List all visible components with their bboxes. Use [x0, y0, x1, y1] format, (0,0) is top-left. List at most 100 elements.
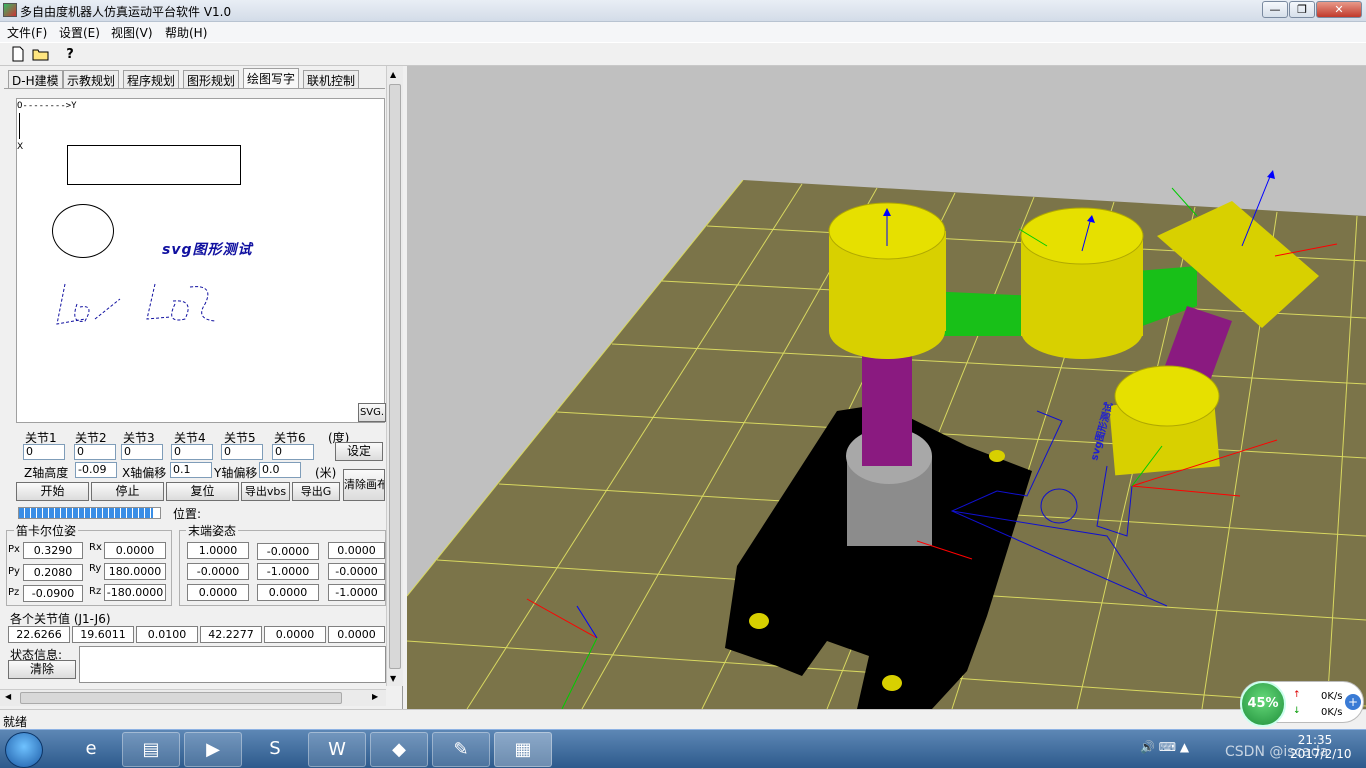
joint-value-j6: 0.0000 — [328, 626, 385, 643]
reset-button[interactable]: 复位 — [166, 482, 239, 501]
media-player-icon[interactable]: ▶ — [184, 732, 242, 767]
help-icon[interactable]: ? — [60, 46, 80, 64]
menu-help[interactable]: 帮助(H) — [162, 24, 210, 41]
left-panel-horizontal-scrollbar[interactable]: ◀ ▶ — [0, 689, 386, 706]
open-folder-icon[interactable] — [31, 46, 51, 64]
clear-canvas-button[interactable]: 清除画布 — [343, 469, 385, 501]
x-offset-input[interactable]: 0.1 — [170, 462, 212, 478]
tab-online-control[interactable]: 联机控制 — [303, 70, 360, 88]
maximize-button[interactable]: ❐ — [1289, 1, 1315, 18]
status-bar-text: 就绪 — [3, 715, 28, 729]
tab-dh-modeling[interactable]: D-H建模 — [8, 70, 63, 88]
plus-icon[interactable]: + — [1345, 694, 1361, 710]
memory-usage-circle[interactable]: 45% — [1240, 681, 1286, 727]
ie-icon[interactable]: e — [62, 732, 120, 767]
scroll-up-icon[interactable]: ▲ — [390, 70, 396, 79]
download-speed: 0K/s — [1321, 707, 1343, 718]
system-clock[interactable]: 21:35 2017/2/10 — [1290, 733, 1352, 761]
upload-speed: 0K/s — [1321, 691, 1343, 702]
close-button[interactable]: ✕ — [1316, 1, 1362, 18]
x-offset-label: X轴偏移 — [122, 466, 167, 480]
axis-x-label: X — [17, 142, 24, 152]
matrix-r13: 0.0000 — [328, 542, 385, 559]
scroll-down-icon[interactable]: ▼ — [390, 674, 396, 683]
meter-unit-label: (米) — [315, 466, 337, 480]
progress-fill — [19, 508, 153, 518]
joint2-input[interactable]: 0 — [74, 444, 116, 460]
rx-label: Rx — [89, 542, 102, 553]
start-button[interactable]: 开始 — [16, 482, 89, 501]
joint1-input[interactable]: 0 — [23, 444, 65, 460]
scroll-left-icon[interactable]: ◀ — [5, 692, 11, 701]
px-value: 0.3290 — [23, 542, 83, 559]
app-icon[interactable]: ◆ — [370, 732, 428, 767]
rz-value: -180.0000 — [104, 584, 166, 601]
tab-graphic-planning[interactable]: 图形规划 — [183, 70, 240, 88]
base-bolt — [989, 450, 1005, 462]
tab-teach-planning[interactable]: 示教规划 — [63, 70, 120, 88]
mfc-icon[interactable]: ▦ — [494, 732, 552, 767]
tab-drawing-writing[interactable]: 绘图写字 — [243, 68, 300, 89]
joint-value-j3: 0.0100 — [136, 626, 198, 643]
joint5-input[interactable]: 0 — [221, 444, 263, 460]
end-pose-title: 末端姿态 — [186, 522, 239, 539]
matrix-r33: -1.0000 — [328, 584, 385, 601]
left-panel-vertical-scrollbar[interactable]: ▲ ▼ — [386, 66, 403, 686]
set-button[interactable]: 设定 — [335, 442, 383, 461]
3d-viewport[interactable]: svg图形测试 — [406, 66, 1366, 710]
minimize-button[interactable]: — — [1262, 1, 1288, 18]
menu-settings[interactable]: 设置(E) — [56, 24, 103, 41]
svg-button[interactable]: SVG. — [358, 403, 386, 422]
end-effector-top — [1114, 365, 1220, 427]
z-height-label: Z轴高度 — [24, 466, 69, 480]
explorer-icon[interactable]: ▤ — [122, 732, 180, 767]
x-axis-line — [19, 113, 20, 139]
tab-program-planning[interactable]: 程序规划 — [123, 70, 180, 88]
horizontal-scroll-thumb[interactable] — [20, 692, 342, 704]
stop-button[interactable]: 停止 — [91, 482, 164, 501]
pz-value: -0.0900 — [23, 585, 83, 602]
scroll-right-icon[interactable]: ▶ — [372, 692, 378, 701]
cartesian-pose-title: 笛卡尔位姿 — [14, 522, 79, 539]
joint-values-title: 各个关节值 (J1-J6) — [10, 612, 111, 626]
progress-bar — [18, 507, 161, 519]
matrix-r23: -0.0000 — [328, 563, 385, 580]
clock-date: 2017/2/10 — [1290, 747, 1352, 761]
joint4-input[interactable]: 0 — [171, 444, 213, 460]
new-file-icon[interactable] — [8, 46, 28, 64]
axis-origin-label: O-------->Y — [17, 101, 77, 111]
z-height-input[interactable]: -0.09 — [75, 462, 117, 478]
drawing-canvas[interactable]: O-------->Y X svg图形测试 SVG. — [16, 98, 386, 423]
ry-label: Ry — [89, 563, 102, 574]
joint3-input[interactable]: 0 — [121, 444, 163, 460]
joint6-input[interactable]: 0 — [272, 444, 314, 460]
paint-icon[interactable]: ✎ — [432, 732, 490, 767]
menu-file[interactable]: 文件(F) — [4, 24, 50, 41]
word-icon[interactable]: W — [308, 732, 366, 767]
joint-value-j4: 42.2277 — [200, 626, 262, 643]
toolbar: ? — [0, 42, 1366, 66]
taskbar: e ▤ ▶ S W ◆ ✎ ▦ 🔊 ⌨ ▲ CSDN @iscada 21:35… — [0, 729, 1366, 768]
menu-bar: 文件(F) 设置(E) 视图(V) 帮助(H) — [0, 22, 1366, 42]
y-offset-input[interactable]: 0.0 — [259, 462, 301, 478]
export-vbs-button[interactable]: 导出vbs — [241, 482, 290, 501]
matrix-r11: 1.0000 — [187, 542, 249, 559]
matrix-r31: 0.0000 — [187, 584, 249, 601]
py-label: Py — [8, 566, 20, 577]
vertical-scroll-thumb[interactable] — [389, 84, 401, 669]
menu-view[interactable]: 视图(V) — [108, 24, 156, 41]
sogou-icon[interactable]: S — [246, 732, 304, 767]
status-bar: 就绪 — [0, 709, 1366, 729]
joint-value-j5: 0.0000 — [264, 626, 326, 643]
px-label: Px — [8, 544, 20, 555]
matrix-r12: -0.0000 — [257, 543, 319, 560]
py-value: 0.2080 — [23, 564, 83, 581]
clear-status-button[interactable]: 清除 — [8, 660, 76, 679]
status-textbox[interactable] — [79, 646, 386, 683]
tray-icons[interactable]: 🔊 ⌨ ▲ — [1140, 740, 1189, 754]
title-bar: 多自由度机器人仿真运动平台软件 V1.0 — ❐ ✕ — [0, 0, 1366, 22]
export-g-button[interactable]: 导出G — [292, 482, 340, 501]
start-button-icon[interactable] — [5, 732, 43, 768]
joint-value-j2: 19.6011 — [72, 626, 134, 643]
matrix-r21: -0.0000 — [187, 563, 249, 580]
